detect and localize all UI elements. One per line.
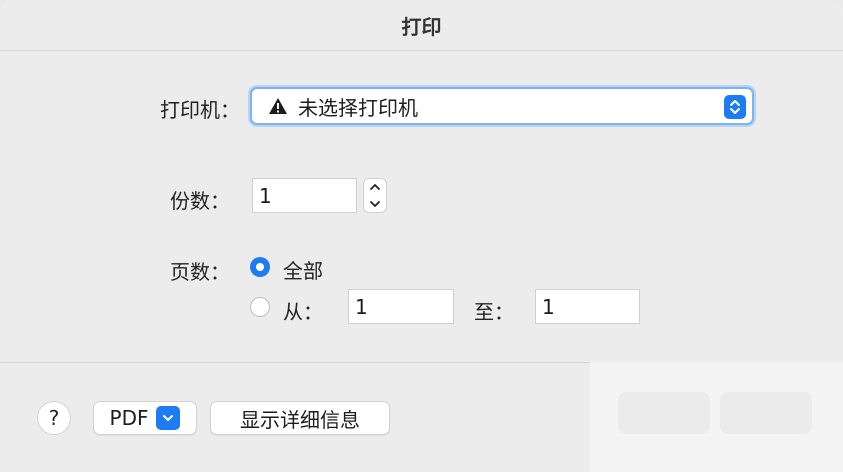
printer-selected-value: 未选择打印机 xyxy=(298,95,418,120)
print-dialog: 打印 打印机： 未选择打印机 份数： 1 页数： 全部 从： 1 至： 1 ? … xyxy=(0,0,843,472)
pages-from-label: 从： xyxy=(283,300,323,324)
show-details-button[interactable]: 显示详细信息 xyxy=(210,401,390,435)
pages-to-label: 至： xyxy=(474,300,514,324)
chevron-down-icon xyxy=(156,406,181,430)
warning-triangle-icon xyxy=(269,98,287,114)
cancel-button-obscured[interactable] xyxy=(618,392,710,434)
chevron-down-icon[interactable] xyxy=(369,199,381,209)
printer-select[interactable]: 未选择打印机 xyxy=(250,87,754,125)
copies-label: 份数： xyxy=(170,189,230,213)
printer-select-chevron-icon[interactable] xyxy=(724,95,746,119)
copies-input[interactable]: 1 xyxy=(252,178,357,213)
pages-all-label: 全部 xyxy=(283,259,323,283)
print-button-obscured[interactable] xyxy=(720,392,812,434)
pages-label: 页数： xyxy=(170,260,230,284)
pages-range-radio[interactable] xyxy=(250,297,270,317)
printer-label: 打印机： xyxy=(160,98,240,122)
help-button[interactable]: ? xyxy=(37,401,71,435)
pages-all-radio[interactable] xyxy=(250,257,270,277)
chevron-up-icon[interactable] xyxy=(369,182,381,192)
dialog-title: 打印 xyxy=(0,0,843,51)
pages-to-input[interactable]: 1 xyxy=(535,289,640,324)
pages-from-input[interactable]: 1 xyxy=(348,289,454,324)
copies-stepper[interactable] xyxy=(363,178,387,213)
pdf-label: PDF xyxy=(109,406,149,430)
pdf-menu-button[interactable]: PDF xyxy=(93,401,197,435)
